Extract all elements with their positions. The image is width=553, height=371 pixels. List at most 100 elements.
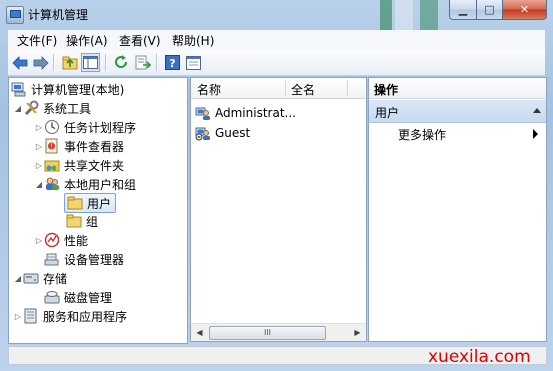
- actions-title: 操作: [374, 83, 399, 97]
- actions-header: 操作: [369, 78, 546, 99]
- svg-text:?: ?: [169, 57, 175, 70]
- forward-button[interactable]: [31, 53, 50, 72]
- column-separator[interactable]: [285, 80, 286, 96]
- tree-item-root[interactable]: 计算机管理(本地): [11, 80, 124, 98]
- refresh-button[interactable]: [112, 53, 131, 72]
- folder-icon: [67, 195, 83, 211]
- tree-item-local-users-groups[interactable]: ◢ 本地用户和组: [34, 175, 136, 193]
- users-group-icon: [44, 176, 60, 192]
- export-list-icon: [135, 55, 151, 70]
- tree-label: 系统工具: [43, 101, 92, 116]
- more-actions-item[interactable]: 更多操作: [398, 126, 538, 144]
- properties-button[interactable]: [184, 53, 203, 72]
- up-one-level-button[interactable]: [60, 53, 79, 72]
- actions-pane[interactable]: 操作 用户 更多操作: [368, 77, 547, 342]
- disk-management-icon: [44, 289, 60, 305]
- computer-management-app-icon[interactable]: [6, 6, 24, 24]
- menu-view[interactable]: 查看(V): [119, 32, 161, 49]
- device-manager-icon: [44, 251, 60, 267]
- tree-label: 磁盘管理: [64, 290, 113, 305]
- collapse-arrow-icon[interactable]: ◢: [13, 104, 23, 113]
- collapse-arrow-icon[interactable]: ◢: [34, 180, 44, 189]
- collapse-section-icon[interactable]: [533, 108, 541, 113]
- show-hide-console-tree-button[interactable]: [81, 53, 100, 72]
- refresh-icon: [115, 55, 128, 69]
- maximize-button[interactable]: □: [477, 0, 503, 20]
- up-folder-icon: [62, 56, 77, 70]
- tree-item-event-viewer[interactable]: ▷ ! 事件查看器: [34, 137, 124, 155]
- user-name: Administrat...: [215, 106, 296, 120]
- back-button[interactable]: [10, 53, 29, 72]
- tree-item-users[interactable]: 用户: [64, 193, 117, 213]
- expand-arrow-icon[interactable]: ▷: [13, 312, 23, 321]
- tree-item-disk-management[interactable]: 磁盘管理: [44, 288, 112, 306]
- system-tools-icon: [23, 100, 39, 116]
- clock-icon: [44, 119, 60, 135]
- expand-arrow-icon[interactable]: ▷: [34, 236, 44, 245]
- toolbar-separator: [53, 54, 55, 71]
- expand-arrow-icon[interactable]: ▷: [34, 161, 44, 170]
- tree-item-services-apps[interactable]: ▷ 服务和应用程序: [13, 307, 127, 325]
- window-title: 计算机管理: [28, 8, 89, 22]
- tree-label: 计算机管理(本地): [31, 82, 125, 97]
- menu-file[interactable]: 文件(F): [17, 32, 57, 49]
- maximize-icon: □: [484, 3, 495, 16]
- tree-item-groups[interactable]: 组: [66, 212, 98, 230]
- horizontal-scrollbar[interactable]: ◀ III ▶: [191, 323, 366, 341]
- scroll-thumb[interactable]: III: [209, 326, 326, 340]
- performance-icon: [44, 232, 60, 248]
- tree-item-task-scheduler[interactable]: ▷ 任务计划程序: [34, 118, 136, 136]
- column-separator[interactable]: [347, 80, 348, 96]
- tree-item-storage[interactable]: ◢ 存储: [13, 269, 67, 287]
- tree-label: 服务和应用程序: [43, 309, 128, 324]
- export-list-button[interactable]: [133, 53, 152, 72]
- tree-label: 组: [86, 214, 99, 229]
- tree-label: 事件查看器: [64, 139, 125, 154]
- help-icon: ?: [165, 55, 180, 70]
- list-column-header: 名称 全名: [191, 78, 366, 99]
- actions-section-users[interactable]: 用户: [369, 100, 546, 123]
- tree-label: 设备管理器: [64, 252, 125, 267]
- column-header-fullname[interactable]: 全名: [291, 81, 315, 98]
- tree-label: 存储: [43, 271, 68, 286]
- tree-label: 共享文件夹: [64, 158, 125, 173]
- services-icon: [23, 308, 39, 324]
- shared-folder-icon: [44, 157, 60, 173]
- tree-item-performance[interactable]: ▷ 性能: [34, 231, 88, 249]
- tree-label: 本地用户和组: [64, 177, 137, 192]
- minimize-icon: ▁: [458, 3, 468, 16]
- minimize-button[interactable]: ▁: [449, 0, 477, 20]
- menu-action[interactable]: 操作(A): [66, 32, 108, 49]
- list-item[interactable]: Guest: [195, 124, 250, 142]
- close-button[interactable]: ✕: [503, 0, 547, 20]
- users-list-pane[interactable]: 名称 全名 Administrat... Guest ◀ III ▶: [190, 77, 367, 342]
- column-header-name[interactable]: 名称: [197, 81, 221, 98]
- window-frame: 计算机管理 ▁ □ ✕ 文件(F) 操作(A) 查看(V) 帮助(H) ? 计算…: [0, 0, 553, 371]
- scroll-right-icon[interactable]: ▶: [349, 324, 366, 341]
- expand-arrow-icon[interactable]: ▷: [34, 123, 44, 132]
- properties-icon: [186, 55, 201, 70]
- tree-item-shared-folders[interactable]: ▷ 共享文件夹: [34, 156, 124, 174]
- title-bar[interactable]: 计算机管理 ▁ □ ✕: [0, 0, 553, 30]
- expand-arrow-icon[interactable]: ▷: [34, 142, 44, 151]
- computer-management-icon: [11, 81, 27, 97]
- menu-bar: 文件(F) 操作(A) 查看(V) 帮助(H): [8, 30, 545, 51]
- window-controls: ▁ □ ✕: [449, 0, 547, 20]
- tree-label: 任务计划程序: [64, 120, 137, 135]
- toolbar: ?: [8, 50, 545, 76]
- tree-label: 性能: [64, 233, 89, 248]
- help-button[interactable]: ?: [163, 53, 182, 72]
- collapse-arrow-icon[interactable]: ◢: [13, 274, 23, 283]
- list-item[interactable]: Administrat...: [195, 104, 296, 122]
- user-disabled-icon: [195, 125, 211, 141]
- scroll-left-icon[interactable]: ◀: [191, 324, 208, 341]
- back-arrow-icon: [11, 55, 27, 70]
- tree-item-system-tools[interactable]: ◢ 系统工具: [13, 99, 91, 117]
- tree-item-device-manager[interactable]: 设备管理器: [44, 250, 124, 268]
- close-icon: ✕: [519, 3, 530, 16]
- storage-icon: [23, 270, 39, 286]
- menu-help[interactable]: 帮助(H): [172, 32, 214, 49]
- actions-section-title: 用户: [375, 106, 400, 120]
- console-tree-pane[interactable]: 计算机管理(本地) ◢ 系统工具 ▷ 任务计划程序 ▷ ! 事件查看器 ▷ 共享…: [8, 77, 188, 344]
- user-name: Guest: [215, 126, 251, 140]
